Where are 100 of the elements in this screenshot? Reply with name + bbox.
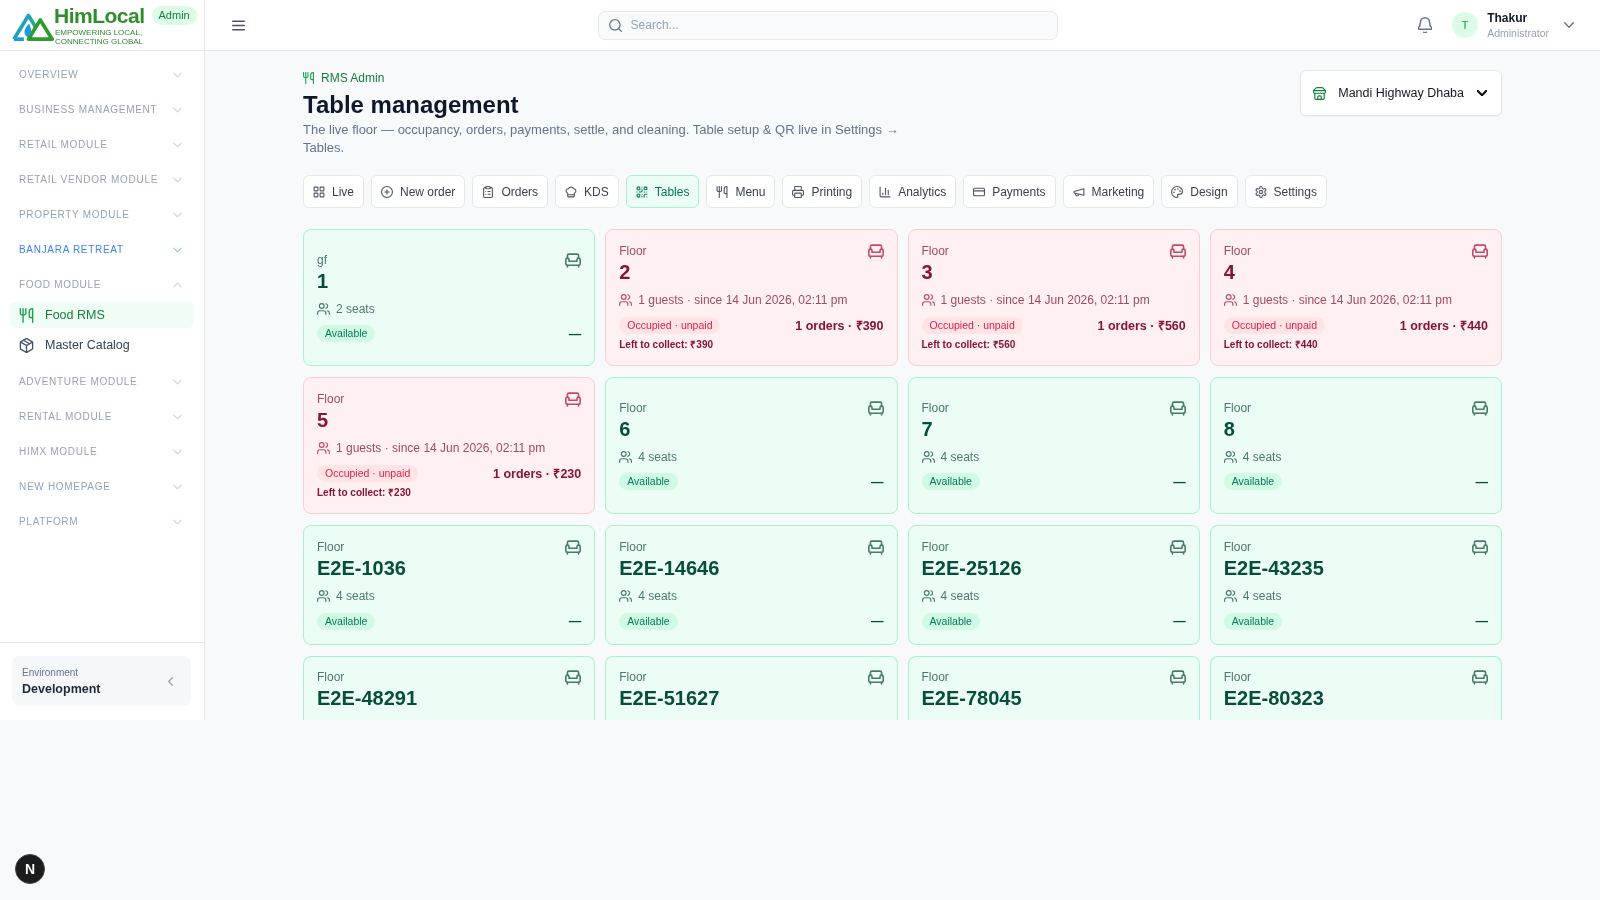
qr-code-icon [635, 185, 648, 198]
table-card[interactable]: Floor E2E-78045 [907, 656, 1200, 720]
brand-tagline: EMPOWERING LOCAL, CONNECTING GLOBAL [55, 27, 144, 46]
table-card[interactable]: Floor 4 1 guests · since 14 Jun 2026, 02:11 pm Occupied · unpaid 1 orders · ₹440 Left to collect: ₹440 [1209, 229, 1502, 366]
chevron-down-icon [173, 483, 182, 490]
table-info: 4 seats [940, 589, 980, 603]
armchair-icon [1169, 244, 1186, 259]
table-info: 4 seats [638, 589, 677, 603]
area-label: gf [317, 251, 328, 268]
printer-icon [792, 185, 805, 198]
chevron-down-icon[interactable] [1564, 22, 1574, 28]
search-icon [608, 18, 622, 32]
breadcrumb-link[interactable]: RMS Admin [303, 70, 903, 86]
users-icon [619, 294, 633, 306]
environment-label: Environment [22, 666, 80, 678]
order-summary: 1 orders · ₹230 [492, 465, 582, 482]
table-card[interactable]: gf 1 2 seats Available — [303, 229, 596, 366]
bell-icon [1418, 17, 1433, 33]
package-icon [19, 337, 34, 353]
tab[interactable]: Orders [472, 175, 549, 208]
table-card[interactable]: Floor E2E-51627 [605, 656, 898, 720]
chevron-down-icon [173, 176, 182, 183]
area-label: Floor [921, 243, 949, 259]
credit-card-icon [973, 185, 986, 198]
table-card[interactable]: Floor 2 1 guests · since 14 Jun 2026, 02:11 pm Occupied · unpaid 1 orders · ₹390 Left to collect: ₹390 [605, 229, 898, 366]
order-summary: — [871, 614, 884, 628]
table-number: 6 [619, 416, 632, 442]
table-info: 4 seats [940, 449, 980, 464]
table-info: 4 seats [638, 449, 677, 464]
users-icon [317, 302, 330, 315]
order-summary: — [1475, 474, 1488, 489]
tab[interactable]: Settings [1244, 175, 1327, 208]
table-card[interactable]: Floor E2E-80323 [1209, 656, 1502, 720]
grid-icon [313, 185, 325, 198]
table-number: E2E-80323 [1223, 686, 1324, 711]
tab[interactable]: Menu [706, 175, 776, 208]
table-card[interactable]: Floor 6 4 seats Available — [605, 377, 898, 514]
status-badge: Occupied · unpaid [1223, 316, 1325, 334]
tab[interactable]: Printing [782, 175, 863, 208]
sidebar-item[interactable]: Food RMS [10, 302, 194, 328]
sidebar-item[interactable]: Master Catalog [10, 332, 194, 358]
sidebar-section[interactable]: BANJARA RETREAT [0, 232, 204, 267]
area-label: Floor [921, 399, 949, 416]
search-field[interactable]: Search... [597, 10, 1058, 40]
clipboard-icon [482, 185, 495, 198]
venue-select[interactable]: Mandi Highway Dhaba [1300, 70, 1502, 116]
tab[interactable]: Live [303, 175, 364, 208]
order-summary: 1 orders · ₹440 [1399, 317, 1488, 334]
status-badge: Occupied · unpaid [317, 464, 419, 482]
balance-due: Left to collect: ₹390 [619, 338, 715, 352]
role-badge: Admin [151, 6, 197, 25]
area-label: Floor [1223, 539, 1253, 555]
armchair-icon [1169, 400, 1186, 416]
status-badge: Available [1223, 473, 1283, 490]
table-number: 3 [921, 260, 934, 285]
tab[interactable]: KDS [555, 175, 619, 208]
tab[interactable]: Tables [625, 175, 700, 208]
status-badge: Available [317, 612, 376, 630]
table-card[interactable]: Floor E2E-48291 [303, 656, 596, 720]
table-card[interactable]: Floor 3 1 guests · since 14 Jun 2026, 02:11 pm Occupied · unpaid 1 orders · ₹560 Left to collect: ₹560 [907, 229, 1200, 366]
status-badge: Occupied · unpaid [619, 316, 721, 334]
table-card[interactable]: Floor E2E-14646 4 seats Available — [605, 525, 898, 645]
table-card[interactable]: Floor E2E-1036 4 seats Available — [303, 525, 596, 645]
balance-due: Left to collect: ₹440 [1223, 338, 1319, 352]
table-number: E2E-78045 [921, 686, 1022, 711]
users-icon [1223, 294, 1237, 306]
user-role: Administrator [1487, 25, 1549, 40]
area-label: Floor [1223, 399, 1252, 416]
table-card[interactable]: Floor 5 1 guests · since 14 Jun 2026, 02:11 pm Occupied · unpaid 1 orders · ₹230 Left to collect: ₹230 [303, 377, 596, 514]
table-info: 4 seats [336, 589, 375, 603]
table-card[interactable]: Floor E2E-43235 4 seats Available — [1209, 525, 1502, 645]
users-icon [619, 450, 633, 463]
area-label: Floor [619, 669, 648, 685]
users-icon [921, 590, 935, 602]
table-card[interactable]: Floor 7 4 seats Available — [907, 377, 1200, 514]
table-card[interactable]: Floor E2E-25126 4 seats Available — [907, 525, 1200, 645]
megaphone-icon [1072, 185, 1085, 198]
armchair-icon [1472, 244, 1488, 259]
table-number: E2E-48291 [317, 686, 418, 711]
dev-tools-button[interactable]: N [15, 854, 45, 884]
table-number: 2 [619, 260, 632, 285]
armchair-icon [867, 400, 884, 416]
chevron-down-icon [173, 106, 182, 113]
area-label: Floor [317, 391, 345, 407]
chevron-down-icon [173, 413, 182, 420]
tab[interactable]: New order [371, 175, 466, 208]
tab[interactable]: Analytics [869, 175, 957, 208]
page-title: Table management [303, 90, 520, 120]
balance-due: Left to collect: ₹230 [317, 486, 412, 500]
tab[interactable]: Payments [963, 175, 1056, 208]
tab[interactable]: Design [1161, 175, 1238, 208]
tab[interactable]: Marketing [1062, 175, 1155, 208]
table-card[interactable]: Floor 8 4 seats Available — [1209, 377, 1502, 514]
chevron-down-icon [173, 71, 182, 78]
order-summary: — [1173, 474, 1186, 489]
chevron-down-icon [173, 448, 182, 455]
users-icon [1223, 450, 1237, 463]
chevron-down-icon [173, 246, 182, 253]
order-summary: — [871, 474, 884, 489]
armchair-icon [565, 252, 582, 268]
